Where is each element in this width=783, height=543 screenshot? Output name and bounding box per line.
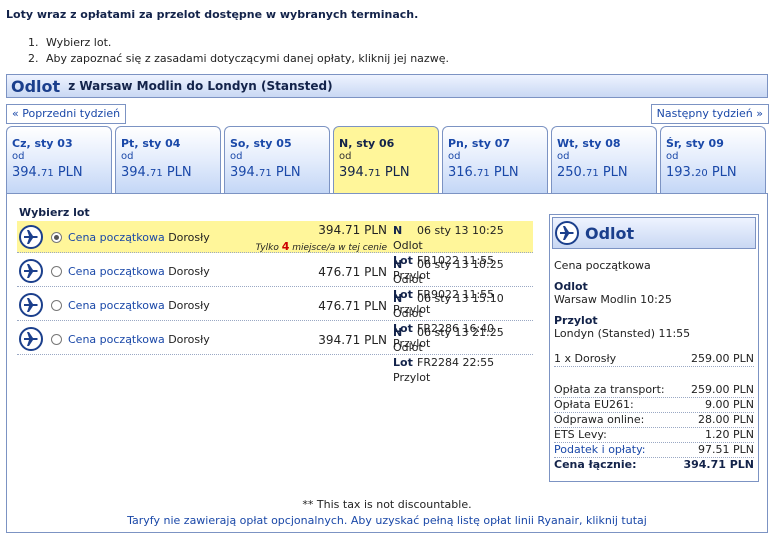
flight-radio[interactable] <box>51 334 62 345</box>
summary-total: Cena łącznie: 394.71 PLN <box>554 458 754 471</box>
section-route: z Warsaw Modlin do Londyn (Stansted) <box>68 79 333 93</box>
plane-icon <box>555 221 579 245</box>
instruction-steps: 1. Wybierz lot. 2. Aby zapoznać się z zasa… <box>28 35 449 67</box>
flight-radio[interactable] <box>51 300 62 311</box>
booking-summary: Odlot Cena początkowa Odlot Warsaw Modli… <box>549 214 759 482</box>
summary-title: Odlot <box>585 223 635 243</box>
step-2: 2. Aby zapoznać się z zasadami dotyczącym… <box>28 52 449 65</box>
seats-left-note: Tylko 4 miejsce/a w tej cenie <box>255 240 387 253</box>
plane-icon <box>19 293 43 317</box>
choose-flight-heading: Wybierz lot <box>19 206 90 219</box>
day-tab-3-selected[interactable]: N, sty 06 od 394.71 PLN <box>333 126 439 194</box>
fare-rules-link[interactable]: Cena początkowa <box>68 299 165 312</box>
fee-row: Opłata za transport: 259.00 PLN <box>554 383 754 398</box>
summary-odlot-value: Warsaw Modlin 10:25 <box>554 293 672 306</box>
flight-price: 394.71 PLN <box>318 223 387 237</box>
day-tab-6[interactable]: Śr, sty 09 od 193.20 PLN <box>660 126 766 194</box>
summary-header: Odlot <box>552 217 756 249</box>
flight-row[interactable]: Cena początkowa Dorosły 476.71 PLN N 06 s… <box>17 255 533 316</box>
tax-note: ** This tax is not discountable. <box>302 498 472 511</box>
fee-row: ETS Levy: 1.20 PLN <box>554 428 754 443</box>
plane-icon <box>19 259 43 283</box>
flight-info: N 06 sty 13 21:25 Odlot Lot FR2284 22:55 P… <box>393 326 504 384</box>
summary-przylot-value: Londyn (Stansted) 11:55 <box>554 327 691 340</box>
day-price: 316.71 PLN <box>448 165 519 180</box>
step-1: 1. Wybierz lot. <box>28 36 112 49</box>
day-tab-2[interactable]: So, sty 05 od 394.71 PLN <box>224 126 330 194</box>
section-header: Odlot z Warsaw Modlin do Londyn (Stanste… <box>6 74 768 98</box>
flight-radio[interactable] <box>51 266 62 277</box>
flight-radio-selected[interactable] <box>51 232 62 243</box>
flight-row[interactable]: Cena początkowa Dorosły 394.71 PLN Tylko… <box>17 221 533 282</box>
day-price: 394.71 PLN <box>12 165 83 180</box>
flight-price: 476.71 PLN <box>318 299 387 313</box>
next-week-button[interactable]: Następny tydzień » <box>650 104 769 124</box>
summary-przylot-label: Przylot <box>554 314 598 327</box>
day-price: 193.20 PLN <box>666 165 737 180</box>
day-tabs: Cz, sty 03 od 394.71 PLN Pt, sty 04 od 3… <box>6 126 768 194</box>
summary-fare: Cena początkowa <box>554 259 651 272</box>
prev-week-button[interactable]: « Poprzedni tydzień <box>6 104 127 124</box>
day-tab-5[interactable]: Wt, sty 08 od 250.71 PLN <box>551 126 657 194</box>
fee-row: Odprawa online: 28.00 PLN <box>554 413 754 428</box>
flight-row[interactable]: Cena początkowa Dorosły 394.71 PLN N 06 s… <box>17 323 533 384</box>
day-tab-0[interactable]: Cz, sty 03 od 394.71 PLN <box>6 126 112 194</box>
day-price: 394.71 PLN <box>230 165 301 180</box>
plane-icon <box>19 327 43 351</box>
fare-rules-link[interactable]: Cena początkowa <box>68 231 165 244</box>
day-price: 250.71 PLN <box>557 165 628 180</box>
taxes-link-row[interactable]: Podatek i opłaty: 97.51 PLN <box>554 443 754 458</box>
flight-price: 394.71 PLN <box>318 333 387 347</box>
summary-pax-row: 1 x Dorosły 259.00 PLN <box>554 352 754 367</box>
intro-text: Loty wraz z opłatami za przelot dostępne… <box>6 8 419 21</box>
fare-rules-link[interactable]: Cena początkowa <box>68 265 165 278</box>
flights-panel: Wybierz lot Cena początkowa Dorosły 394.… <box>6 193 768 533</box>
fare-rules-link[interactable]: Cena początkowa <box>68 333 165 346</box>
day-price: 394.71 PLN <box>339 165 410 180</box>
day-price: 394.71 PLN <box>121 165 192 180</box>
day-tab-4[interactable]: Pn, sty 07 od 316.71 PLN <box>442 126 548 194</box>
fee-row: Opłata EU261: 9.00 PLN <box>554 398 754 413</box>
section-title: Odlot <box>11 76 61 96</box>
flight-row[interactable]: Cena początkowa Dorosły 476.71 PLN N 06 s… <box>17 289 533 350</box>
flight-price: 476.71 PLN <box>318 265 387 279</box>
fees-list-link[interactable]: Taryfy nie zawierają opłat opcjonalnych.… <box>7 514 767 527</box>
day-tab-1[interactable]: Pt, sty 04 od 394.71 PLN <box>115 126 221 194</box>
plane-icon <box>19 225 43 249</box>
summary-odlot-label: Odlot <box>554 280 588 293</box>
